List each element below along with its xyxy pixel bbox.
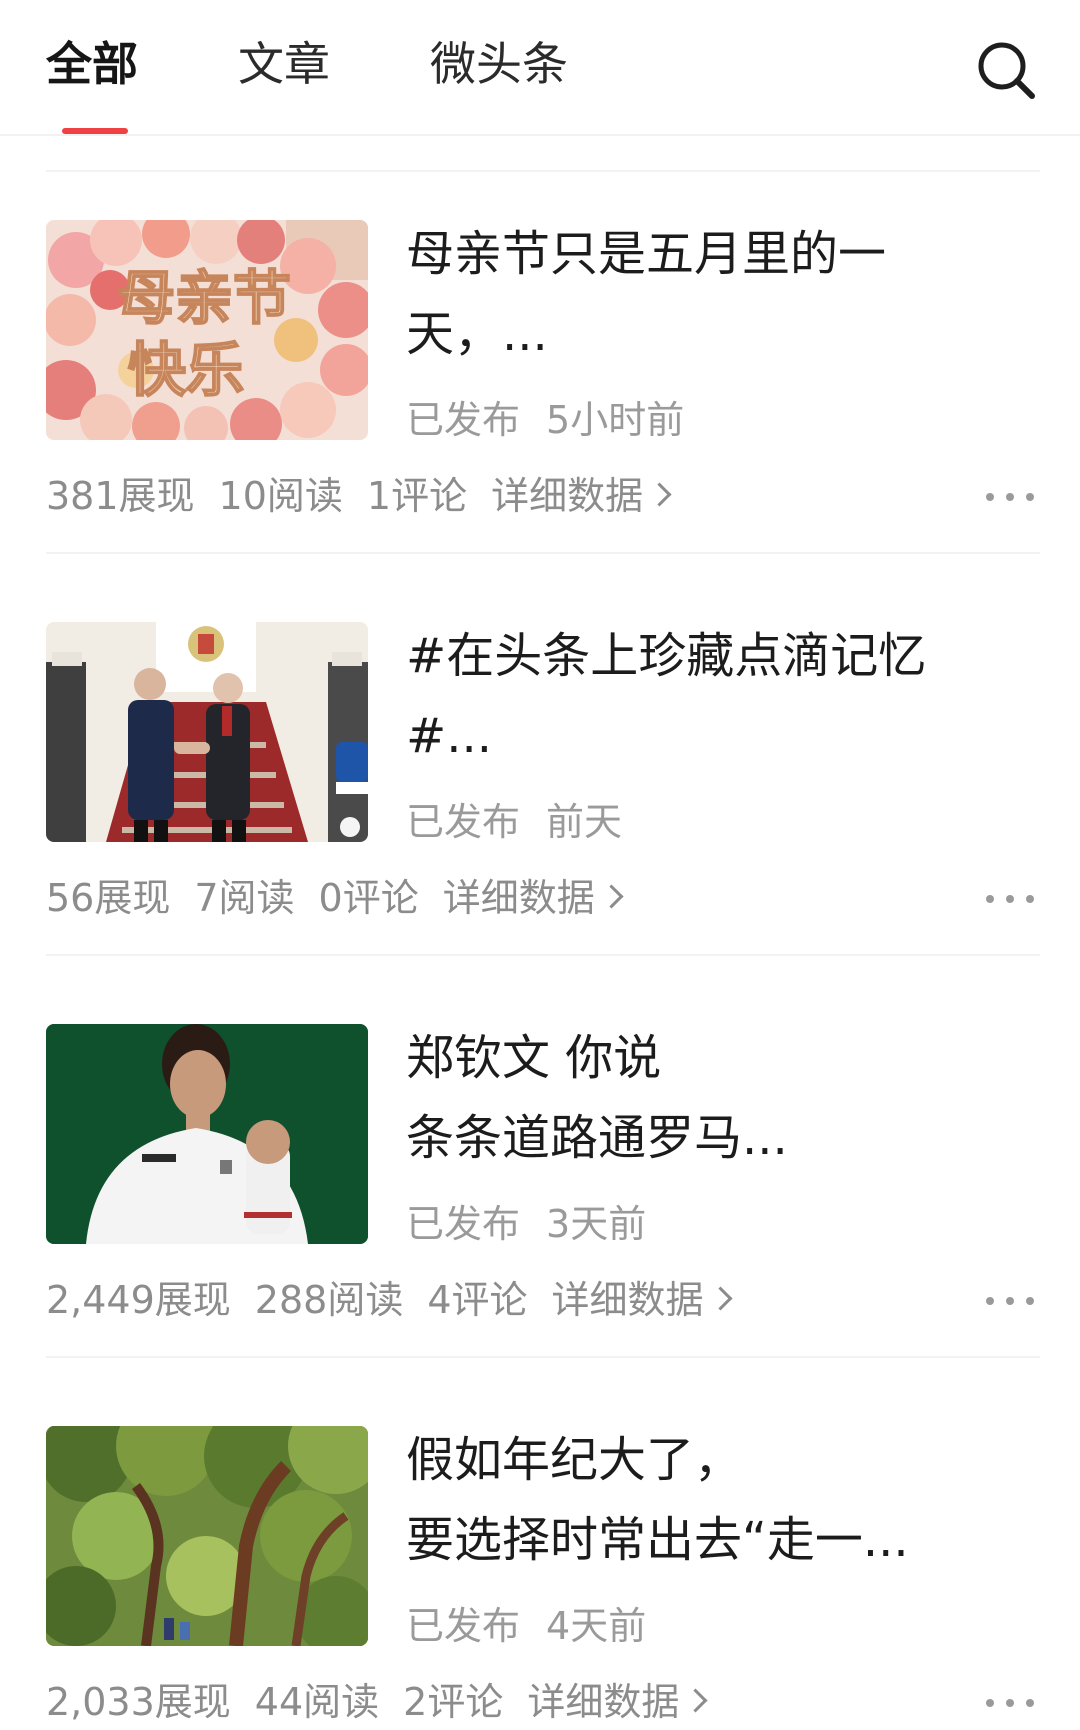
chevron-right-icon <box>708 1286 733 1311</box>
search-icon <box>978 42 1035 99</box>
handshake-photo-image <box>46 622 368 842</box>
article-card[interactable]: 郑钦文 你说 条条道路通罗马... 已发布 3天前 2,449展现 288阅读 4评论… <box>46 978 1040 1358</box>
article-thumbnail[interactable] <box>46 1024 368 1244</box>
article-title[interactable]: 母亲节只是五月里的一 天，... <box>406 214 1046 380</box>
more-button[interactable] <box>982 1686 1042 1718</box>
comments-count: 4评论 <box>427 1278 528 1322</box>
divider <box>46 552 1040 554</box>
comments-count: 2评论 <box>403 1680 504 1724</box>
publish-time: 前天 <box>546 800 623 844</box>
article-stats: 2,449展现 288阅读 4评论 详细数据 <box>46 1276 733 1324</box>
article-thumbnail[interactable] <box>46 1426 368 1646</box>
impressions-count: 56展现 <box>46 876 171 920</box>
tab-bar: 全部 文章 微头条 <box>0 0 1080 136</box>
app-screen: 全部 文章 微头条 母亲节 快乐 母亲节只是五月里的一 天，... 已发布 5小… <box>0 0 1080 1730</box>
article-stats: 56展现 7阅读 0评论 详细数据 <box>46 874 624 922</box>
article-thumbnail[interactable] <box>46 622 368 842</box>
article-card[interactable]: 母亲节 快乐 母亲节只是五月里的一 天，... 已发布 5小时前 381展现 10阅… <box>46 174 1040 554</box>
reads-count: 44阅读 <box>254 1680 380 1724</box>
article-stats: 2,033展现 44阅读 2评论 详细数据 <box>46 1678 708 1726</box>
chevron-right-icon <box>647 482 672 507</box>
detail-data-link[interactable]: 详细数据 <box>491 474 672 518</box>
impressions-count: 381展现 <box>46 474 195 518</box>
article-title[interactable]: 假如年纪大了， 要选择时常出去“走一... <box>406 1420 1046 1586</box>
article-title[interactable]: #在头条上珍藏点滴记忆 #... <box>406 616 1046 782</box>
more-button[interactable] <box>982 882 1042 914</box>
chevron-right-icon <box>599 884 624 909</box>
detail-data-link[interactable]: 详细数据 <box>443 876 624 920</box>
comments-count: 1评论 <box>366 474 468 518</box>
divider <box>46 170 1040 172</box>
divider <box>46 1356 1040 1358</box>
publish-time: 4天前 <box>546 1604 647 1648</box>
search-button[interactable] <box>972 36 1042 106</box>
reads-count: 10阅读 <box>218 474 343 518</box>
active-tab-indicator <box>62 128 128 134</box>
publish-status: 已发布 <box>406 800 521 844</box>
mothers-day-flowers-image: 母亲节 快乐 <box>46 220 368 440</box>
reads-count: 288阅读 <box>254 1278 404 1322</box>
publish-status: 已发布 <box>406 1202 521 1246</box>
article-stats: 381展现 10阅读 1评论 详细数据 <box>46 472 672 520</box>
article-card[interactable]: #在头条上珍藏点滴记忆 #... 已发布 前天 56展现 7阅读 0评论 详细数据 <box>46 576 1040 956</box>
tennis-player-image <box>46 1024 368 1244</box>
publish-status: 已发布 <box>406 1604 521 1648</box>
tab-article[interactable]: 文章 <box>238 34 330 94</box>
chevron-right-icon <box>683 1688 708 1713</box>
tab-all[interactable]: 全部 <box>46 34 138 94</box>
publish-time: 3天前 <box>546 1202 647 1246</box>
article-card[interactable]: 假如年纪大了， 要选择时常出去“走一... 已发布 4天前 2,033展现 44阅读… <box>46 1380 1040 1730</box>
detail-data-link[interactable]: 详细数据 <box>527 1680 708 1724</box>
publish-info: 已发布 5小时前 <box>406 396 684 444</box>
forest-trees-image <box>46 1426 368 1646</box>
svg-text:快乐: 快乐 <box>128 336 244 404</box>
tab-micro-headline[interactable]: 微头条 <box>430 34 568 94</box>
publish-info: 已发布 前天 <box>406 798 622 846</box>
impressions-count: 2,033展现 <box>46 1680 231 1724</box>
publish-info: 已发布 3天前 <box>406 1200 646 1248</box>
detail-data-link[interactable]: 详细数据 <box>552 1278 733 1322</box>
impressions-count: 2,449展现 <box>46 1278 231 1322</box>
article-title[interactable]: 郑钦文 你说 条条道路通罗马... <box>406 1018 1046 1184</box>
article-thumbnail[interactable]: 母亲节 快乐 <box>46 220 368 440</box>
publish-time: 5小时前 <box>546 398 685 442</box>
more-button[interactable] <box>982 480 1042 512</box>
divider <box>46 954 1040 956</box>
publish-info: 已发布 4天前 <box>406 1602 646 1650</box>
more-button[interactable] <box>982 1284 1042 1316</box>
reads-count: 7阅读 <box>194 876 295 920</box>
svg-text:母亲节: 母亲节 <box>117 264 291 332</box>
comments-count: 0评论 <box>318 876 419 920</box>
publish-status: 已发布 <box>406 398 521 442</box>
